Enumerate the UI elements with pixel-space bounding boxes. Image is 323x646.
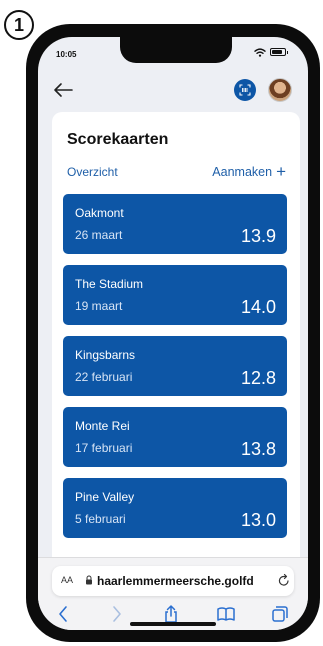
step-number-badge: 1 bbox=[4, 10, 34, 40]
scorecard-item[interactable]: The Stadium 19 maart 14.0 bbox=[63, 265, 287, 325]
plus-icon: + bbox=[276, 162, 286, 181]
handicap-score: 13.8 bbox=[240, 439, 276, 459]
back-icon[interactable] bbox=[54, 604, 74, 624]
barcode-scan-icon bbox=[239, 84, 251, 96]
lock-icon bbox=[86, 575, 92, 585]
phone-frame: 10:05 Scorekaarten Overzicht Aanmaken + … bbox=[26, 24, 320, 642]
back-arrow-icon[interactable] bbox=[52, 80, 74, 100]
page-title: Scorekaarten bbox=[67, 131, 169, 148]
camera-notch bbox=[120, 37, 232, 63]
course-name: The Stadium bbox=[75, 277, 144, 291]
create-scorecard-button[interactable]: Aanmaken + bbox=[212, 163, 286, 180]
share-icon[interactable] bbox=[161, 604, 181, 624]
handicap-score: 13.9 bbox=[240, 226, 276, 246]
course-name: Monte Rei bbox=[75, 419, 130, 433]
create-label: Aanmaken bbox=[212, 164, 273, 179]
phone-screen: 10:05 Scorekaarten Overzicht Aanmaken + … bbox=[38, 37, 308, 630]
browser-toolbar bbox=[38, 604, 308, 624]
handicap-score: 12.8 bbox=[240, 368, 276, 388]
course-name: Oakmont bbox=[75, 206, 124, 220]
scorecard-item[interactable]: Pine Valley 5 februari 13.0 bbox=[63, 478, 287, 538]
app-header bbox=[38, 73, 308, 113]
scorecards-panel: Scorekaarten Overzicht Aanmaken + Oakmon… bbox=[52, 112, 300, 572]
home-indicator bbox=[130, 622, 216, 626]
round-date: 26 maart bbox=[75, 228, 123, 242]
course-name: Pine Valley bbox=[75, 490, 135, 504]
handicap-score: 14.0 bbox=[240, 297, 276, 317]
scorecard-item[interactable]: Monte Rei 17 februari 13.8 bbox=[63, 407, 287, 467]
round-date: 19 maart bbox=[75, 299, 123, 313]
handicap-score: 13.0 bbox=[240, 510, 276, 530]
round-date: 17 februari bbox=[75, 441, 133, 455]
scorecard-list: Oakmont 26 maart 13.9 The Stadium 19 maa… bbox=[63, 194, 287, 549]
safari-browser-bar: AA haarlemmermeersche.golfd bbox=[38, 557, 308, 630]
text-size-button[interactable]: AA bbox=[61, 575, 73, 585]
tab-overview[interactable]: Overzicht bbox=[67, 165, 118, 179]
status-bar: 10:05 bbox=[38, 37, 308, 69]
reload-icon[interactable] bbox=[278, 573, 290, 587]
battery-icon bbox=[270, 48, 288, 56]
tabs-icon[interactable] bbox=[270, 604, 290, 624]
round-date: 22 februari bbox=[75, 370, 133, 384]
user-avatar[interactable] bbox=[268, 78, 292, 102]
scan-card-button[interactable] bbox=[234, 79, 256, 101]
bookmarks-icon[interactable] bbox=[216, 604, 236, 624]
forward-icon[interactable] bbox=[106, 604, 126, 624]
scorecard-item[interactable]: Kingsbarns 22 februari 12.8 bbox=[63, 336, 287, 396]
status-time: 10:05 bbox=[56, 50, 77, 59]
scorecard-item[interactable]: Oakmont 26 maart 13.9 bbox=[63, 194, 287, 254]
url-text: haarlemmermeersche.golfd bbox=[97, 574, 254, 588]
course-name: Kingsbarns bbox=[75, 348, 136, 362]
round-date: 5 februari bbox=[75, 512, 126, 526]
wifi-icon bbox=[254, 48, 266, 57]
address-bar[interactable]: AA haarlemmermeersche.golfd bbox=[52, 566, 294, 596]
